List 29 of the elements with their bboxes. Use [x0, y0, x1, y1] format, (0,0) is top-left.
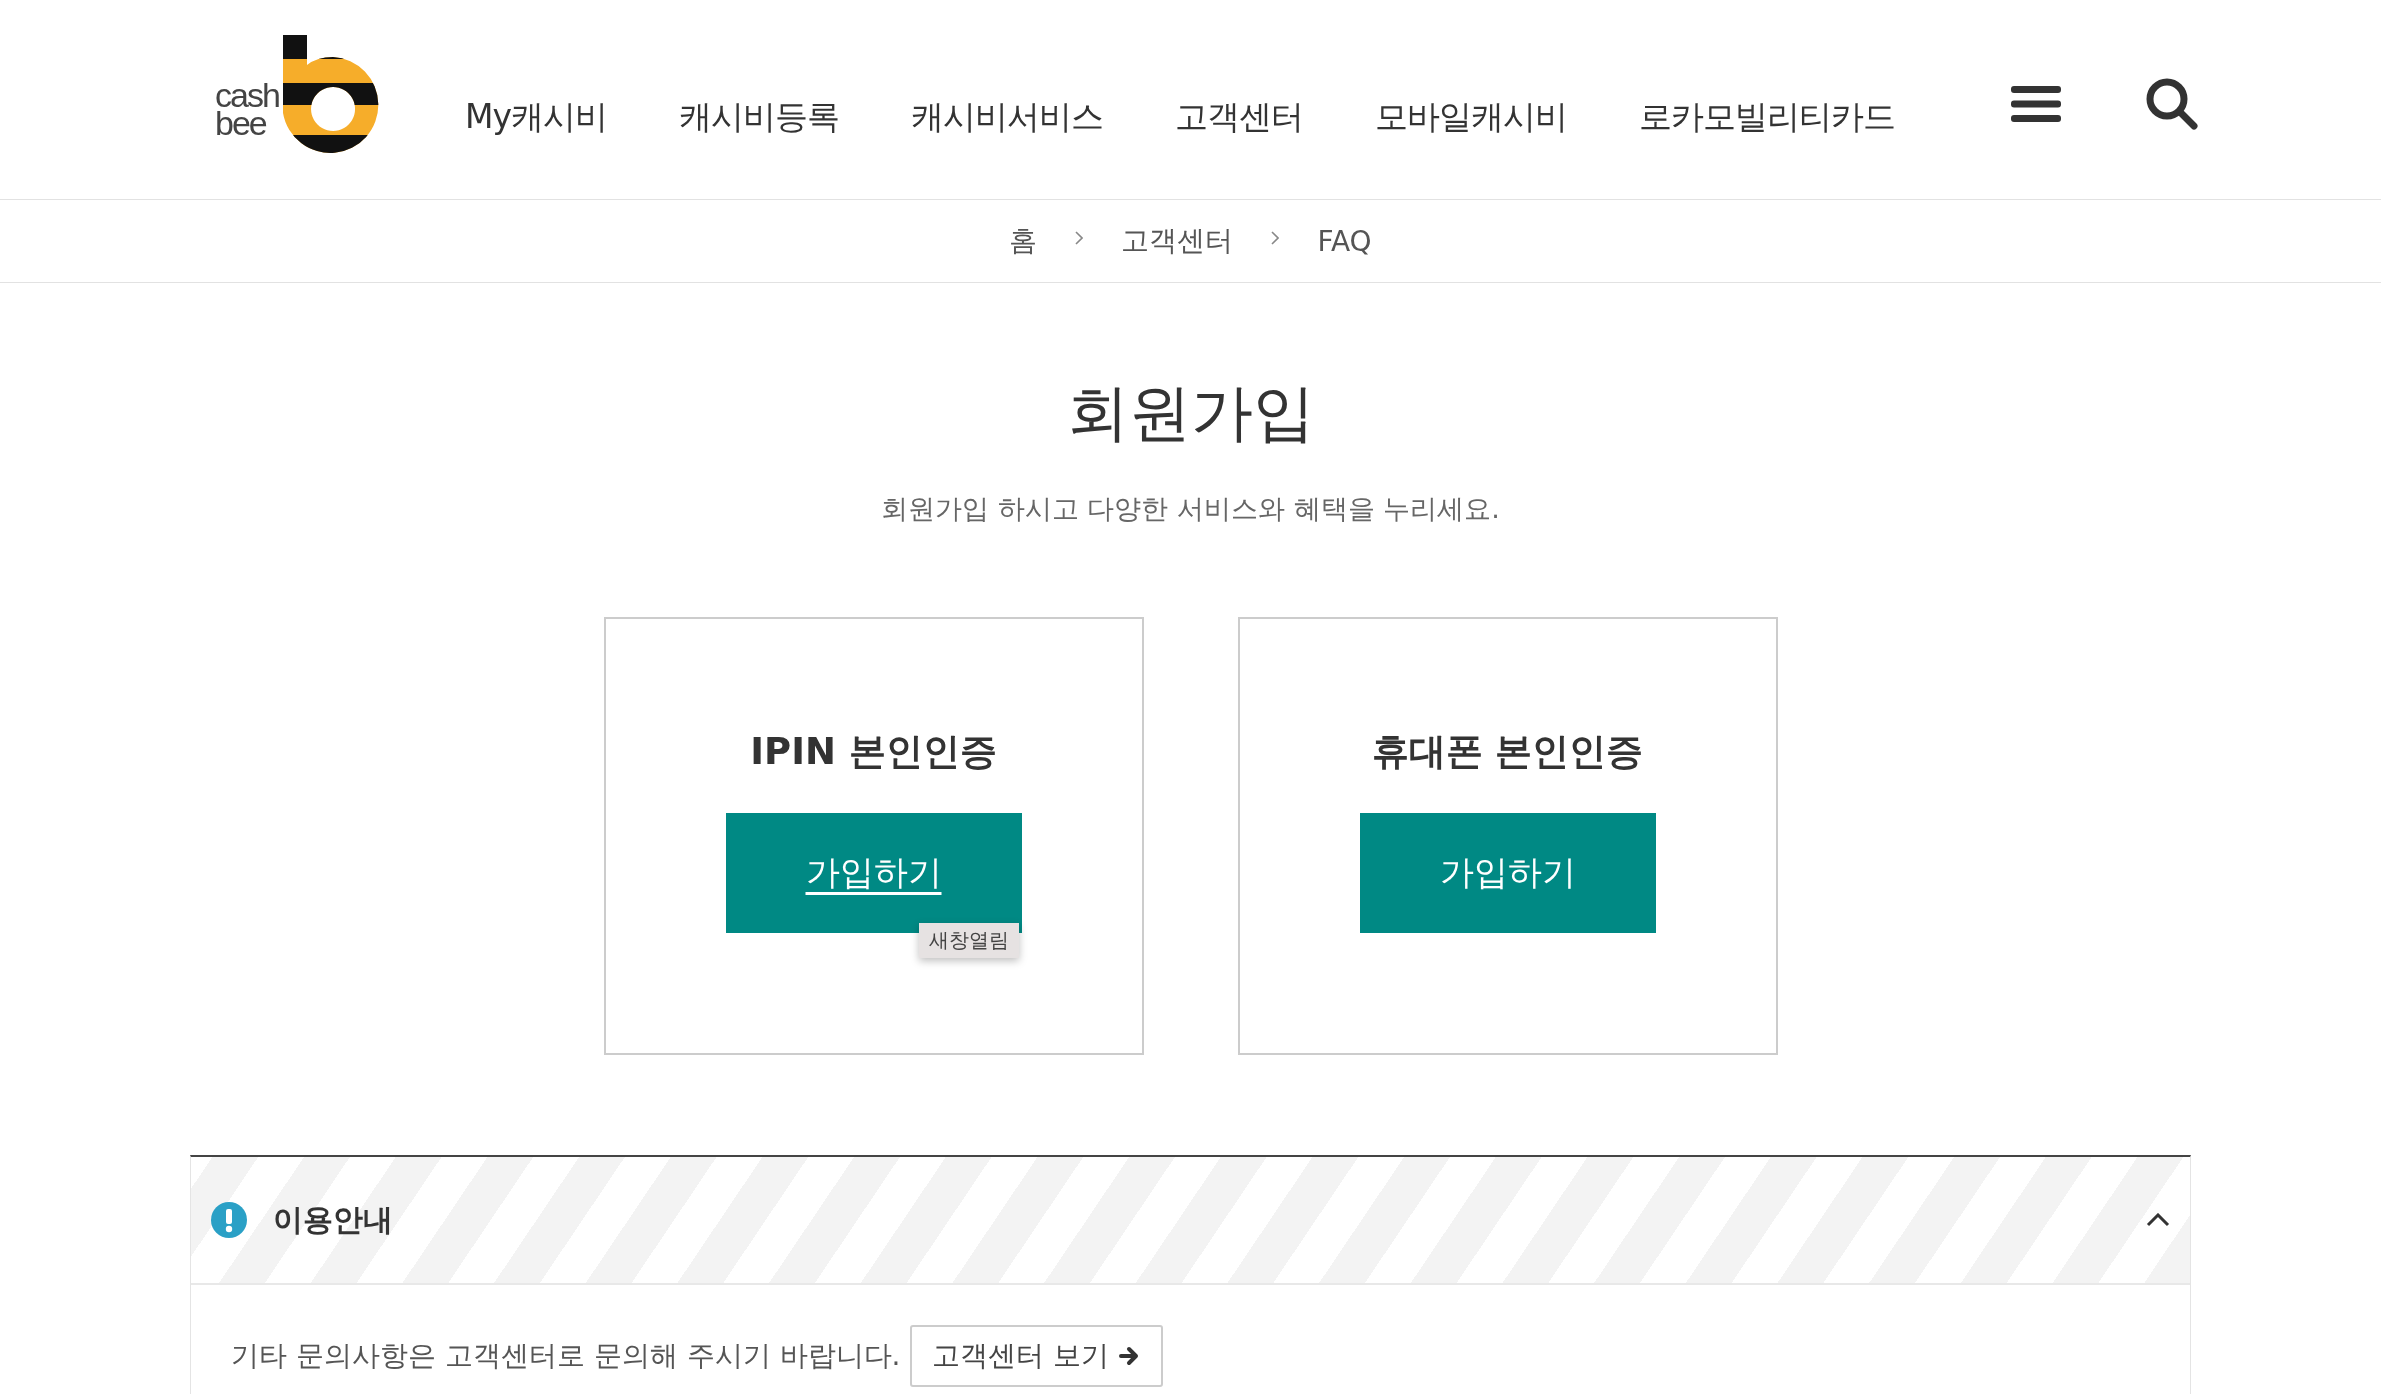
card-title: 휴대폰 본인인증 [1371, 729, 1644, 775]
page-title: 회원가입 [1066, 375, 1315, 451]
breadcrumb-item[interactable]: FAQ [1317, 224, 1372, 258]
notice-text: 기타 문의사항은 고객센터로 문의해 주시기 바랍니다. [231, 1338, 901, 1374]
nav-item[interactable]: 로카모빌리티카드 [1603, 95, 1931, 140]
notice-title: 이용안내 [273, 1200, 393, 1239]
page-subtitle: 회원가입 하시고 다양한 서비스와 혜택을 누리세요. [881, 492, 1500, 526]
caret-icon[interactable] [2146, 1213, 2170, 1227]
logo[interactable]: cash bee [215, 34, 465, 155]
nav-item[interactable]: My캐시비 [465, 95, 643, 140]
logo-text: bee [215, 109, 266, 137]
nav-item[interactable]: 캐시비서비스 [875, 95, 1139, 140]
menu-icon[interactable] [2011, 85, 2061, 122]
breadcrumb-item[interactable]: 홈 [1009, 222, 1038, 260]
nav-item[interactable]: 모바일캐시비 [1339, 95, 1603, 140]
chevron-right-icon [1271, 231, 1280, 245]
logo-text: cash [215, 82, 279, 110]
breadcrumb-item[interactable]: 고객센터 [1121, 222, 1234, 260]
notice-header[interactable]: 이용안내 [191, 1157, 2190, 1285]
signup-button[interactable]: 가입하기 [1359, 813, 1656, 933]
card-title: IPIN 본인인증 [750, 729, 997, 775]
tooltip: 새창열림 [918, 923, 1019, 958]
nav-item[interactable]: 캐시비등록 [643, 95, 875, 140]
exclamation-icon [211, 1202, 247, 1238]
nav-item[interactable]: 고객센터 [1139, 95, 1339, 140]
search-icon[interactable] [2145, 76, 2199, 131]
signup-button[interactable]: 가입하기 [725, 813, 1022, 933]
chevron-right-icon [1075, 231, 1084, 245]
customer-center-link[interactable]: 고객센터 보기 [910, 1325, 1164, 1387]
